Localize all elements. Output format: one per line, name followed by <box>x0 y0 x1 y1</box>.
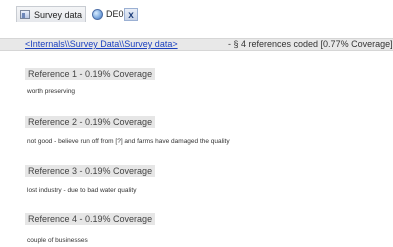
survey-data-icon <box>20 10 30 19</box>
reference-4-header: Reference 4 - 0.19% Coverage <box>25 213 156 225</box>
globe-icon <box>92 8 103 20</box>
reference-1-text: worth preserving <box>27 88 76 95</box>
coding-summary: - § 4 references coded [0.77% Coverage] <box>228 39 393 49</box>
reference-3-header: Reference 3 - 0.19% Coverage <box>25 165 156 177</box>
reference-2-header: Reference 2 - 0.19% Coverage <box>25 116 156 128</box>
tab-label: Survey data <box>34 9 83 20</box>
reference-3-text: lost industry - due to bad water quality <box>27 187 137 194</box>
tab-survey-data[interactable]: Survey data <box>16 6 86 22</box>
coded-content-view: <Internals\\Survey Data\\Survey data> - … <box>0 24 393 247</box>
tab-bar: Survey data DE010 x <box>0 0 393 24</box>
tab-de010[interactable]: DE010 <box>88 6 148 22</box>
reference-4-text: couple of businesses <box>27 237 88 244</box>
close-tab-button[interactable]: x <box>124 8 138 21</box>
source-link[interactable]: <Internals\\Survey Data\\Survey data> <box>25 39 178 50</box>
source-header: <Internals\\Survey Data\\Survey data> - … <box>0 38 393 51</box>
reference-1-header: Reference 1 - 0.19% Coverage <box>25 68 156 80</box>
reference-2-text: not good - believe run off from [?] and … <box>27 138 230 145</box>
document-window: Survey data DE010 x <Internals\\Survey D… <box>0 0 393 247</box>
